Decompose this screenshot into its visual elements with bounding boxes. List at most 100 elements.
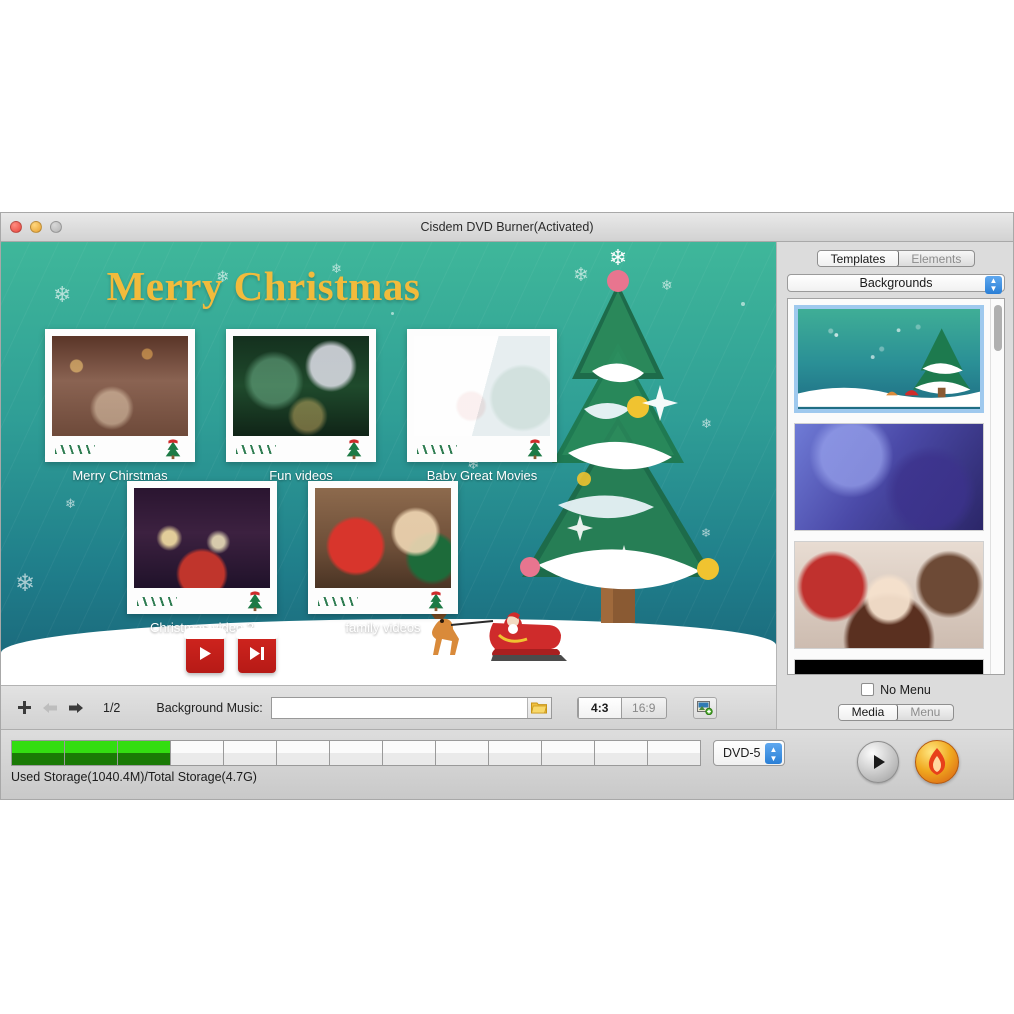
background-music-label: Background Music:: [156, 700, 263, 715]
preview-play-button[interactable]: [857, 741, 899, 783]
next-arrow-icon: [250, 646, 264, 660]
tab-media[interactable]: Media: [838, 704, 899, 720]
thumbnail-photo: [414, 336, 550, 436]
no-menu-row[interactable]: No Menu: [787, 683, 1005, 697]
thumbnail-caption[interactable]: family videos: [308, 620, 458, 635]
right-sidebar: Templates Elements Backgrounds ▲ ▼ No Me…: [776, 242, 1013, 729]
thumbnail-photo: [52, 336, 188, 436]
window-body: ❄ ❄ ❄ ❄ ❄ ❄ ❄ ❄ ❄ ❄ ❄ Merry Christmas Me…: [1, 242, 1013, 729]
background-thumb-birthday[interactable]: [794, 540, 984, 649]
background-music-field-group: [270, 696, 552, 719]
caption-lines-icon: [55, 445, 95, 454]
status-bar: Used Storage(1040.4M)/Total Storage(4.7G…: [1, 729, 1013, 799]
polaroid-footer: [52, 436, 188, 462]
snowflake-icon: ❄: [65, 496, 76, 511]
browse-music-button[interactable]: [526, 697, 551, 718]
menu-thumbnail-item[interactable]: Christmas video 2: [127, 481, 277, 635]
scrollbar-thumb[interactable]: [994, 304, 1002, 351]
menu-toolbar: 1/2 Background Music: 4:3 16:9: [1, 685, 776, 729]
tab-elements[interactable]: Elements: [898, 251, 974, 266]
play-arrow-button[interactable]: [184, 628, 226, 673]
template-element-tabs: Templates Elements: [816, 250, 976, 268]
disc-type-label: DVD-5: [723, 746, 761, 760]
thumbnail-photo: [134, 488, 270, 588]
menu-thumbnail-item[interactable]: family videos: [308, 481, 458, 635]
arrow-left-icon: [43, 702, 57, 713]
application-window: Cisdem DVD Burner(Activated) ❄ ❄ ❄ ❄ ❄ ❄…: [0, 212, 1014, 800]
next-page-button[interactable]: [63, 695, 89, 721]
burn-icon: [928, 748, 946, 775]
menu-thumbnail-item[interactable]: Fun videos: [226, 329, 376, 483]
ratio-option-16-9[interactable]: 16:9: [622, 698, 666, 718]
menu-navigation-buttons: [184, 628, 278, 673]
background-thumb-black[interactable]: [794, 658, 984, 674]
snowflake-icon: ❄: [15, 570, 36, 597]
storage-segment: [277, 741, 330, 765]
polaroid-frame: [308, 481, 458, 614]
mini-tree-icon: [247, 591, 263, 612]
preview-pane: ❄ ❄ ❄ ❄ ❄ ❄ ❄ ❄ ❄ ❄ ❄ Merry Christmas Me…: [1, 242, 776, 729]
caption-lines-icon: [318, 597, 358, 606]
category-dropdown-label: Backgrounds: [859, 275, 933, 290]
storage-segment: [118, 741, 171, 765]
play-arrow-icon: [200, 646, 211, 660]
thumbnail-photo: [233, 336, 369, 436]
add-chapter-button[interactable]: [11, 695, 37, 721]
folder-icon: [531, 702, 548, 714]
chevron-down-glyph: ▼: [769, 753, 778, 763]
disc-type-dropdown[interactable]: DVD-5 ▲ ▼: [713, 740, 785, 766]
chevron-updown-icon[interactable]: ▲ ▼: [765, 743, 782, 764]
mini-tree-icon: [527, 439, 543, 460]
background-thumb-purple[interactable]: [794, 422, 984, 531]
polaroid-frame: [226, 329, 376, 462]
page-indicator: 1/2: [103, 700, 121, 715]
storage-segment: [12, 741, 65, 765]
storage-segment: [436, 741, 489, 765]
mini-tree-icon: [346, 439, 362, 460]
background-music-input[interactable]: [271, 697, 527, 718]
polaroid-frame: [127, 481, 277, 614]
storage-column: Used Storage(1040.4M)/Total Storage(4.7G…: [11, 740, 701, 784]
background-thumb-christmas[interactable]: [794, 304, 984, 413]
snow-dot: [391, 312, 394, 315]
chevron-updown-icon[interactable]: ▲ ▼: [985, 276, 1002, 295]
no-menu-checkbox[interactable]: [861, 683, 875, 697]
background-list-scrollbar[interactable]: [990, 298, 1004, 674]
menu-title-text[interactable]: Merry Christmas: [1, 262, 526, 310]
media-menu-tabs: Media Menu: [837, 703, 955, 721]
storage-segment: [65, 741, 118, 765]
tab-menu[interactable]: Menu: [897, 705, 953, 720]
polaroid-frame: [407, 329, 557, 462]
storage-segment: [330, 741, 383, 765]
previous-page-button[interactable]: [37, 695, 63, 721]
background-list-frame: [787, 297, 1005, 675]
plus-icon: [17, 701, 31, 714]
polaroid-footer: [315, 588, 451, 614]
menu-thumbnail-item[interactable]: Baby Great Movies: [407, 329, 557, 483]
category-dropdown[interactable]: Backgrounds ▲ ▼: [787, 274, 1005, 295]
burn-button[interactable]: [915, 740, 959, 784]
no-menu-label: No Menu: [880, 682, 931, 697]
add-image-icon: [696, 700, 713, 715]
chevron-down-glyph: ▼: [989, 284, 998, 294]
menu-thumbnail-item[interactable]: Merry Chirstmas: [45, 329, 195, 483]
next-arrow-button[interactable]: [236, 628, 278, 673]
ratio-option-4-3[interactable]: 4:3: [577, 697, 622, 718]
polaroid-frame: [45, 329, 195, 462]
storage-segment: [171, 741, 224, 765]
storage-status-text: Used Storage(1040.4M)/Total Storage(4.7G…: [11, 770, 257, 784]
dvd-menu-canvas[interactable]: ❄ ❄ ❄ ❄ ❄ ❄ ❄ ❄ ❄ ❄ ❄ Merry Christmas Me…: [1, 242, 776, 685]
storage-segment: [648, 741, 700, 765]
window-title: Cisdem DVD Burner(Activated): [420, 220, 594, 234]
storage-segment: [489, 741, 542, 765]
caption-lines-icon: [417, 445, 457, 454]
storage-usage-bar: [11, 740, 701, 766]
play-icon: [873, 755, 885, 769]
tab-templates[interactable]: Templates: [817, 251, 900, 267]
storage-segment: [595, 741, 648, 765]
add-background-image-button[interactable]: [692, 696, 717, 719]
background-list[interactable]: [788, 299, 990, 674]
storage-segment: [383, 741, 436, 765]
caption-lines-icon: [236, 445, 276, 454]
aspect-ratio-toggle: 4:3 16:9: [576, 696, 667, 719]
